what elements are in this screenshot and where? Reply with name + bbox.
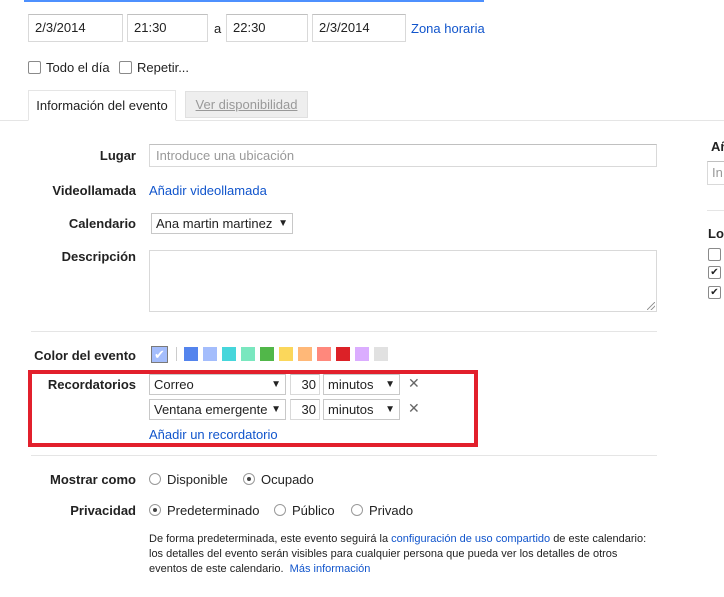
add-videocall-link[interactable]: Añadir videollamada	[149, 183, 267, 198]
color-swatch[interactable]	[184, 347, 198, 361]
privacy-default-radio[interactable]	[149, 504, 161, 516]
calendar-label: Calendario	[68, 216, 136, 231]
right-panel-heading: Lo	[708, 226, 724, 241]
sharing-settings-link[interactable]: configuración de uso compartido	[391, 533, 550, 545]
dropdown-arrow-icon: ▼	[278, 218, 288, 229]
color-swatch[interactable]	[222, 347, 236, 361]
color-swatch[interactable]	[336, 347, 350, 361]
show-as-busy-radio[interactable]	[243, 473, 255, 485]
color-swatch[interactable]	[241, 347, 255, 361]
start-time-input[interactable]: 21:30	[127, 14, 208, 42]
privacy-default-label: Predeterminado	[167, 503, 260, 518]
all-day-label: Todo el día	[46, 60, 110, 75]
time-range-separator: a	[214, 21, 222, 36]
calendar-select[interactable]: Ana martin martinez ▼	[151, 213, 293, 234]
repeat-label: Repetir...	[137, 60, 190, 75]
reminder-1-amount-input[interactable]: 30	[290, 374, 320, 395]
all-day-checkbox[interactable]	[28, 61, 41, 74]
section-divider	[707, 210, 724, 211]
privacy-note-text: los detalles del evento serán visibles p…	[149, 548, 618, 560]
color-swatch[interactable]	[355, 347, 369, 361]
show-as-available-label: Disponible	[167, 472, 228, 487]
repeat-checkbox[interactable]	[119, 61, 132, 74]
show-as-available-radio[interactable]	[149, 473, 161, 485]
privacy-note-text: de este calendario:	[553, 533, 647, 545]
color-separator	[176, 347, 177, 361]
reminder-2-unit-select[interactable]: minutos ▼	[323, 399, 400, 420]
show-as-busy-label: Ocupado	[261, 472, 314, 487]
privacy-public-label: Público	[292, 503, 335, 518]
privacy-note: De forma predeterminada, este evento seg…	[149, 532, 669, 577]
start-date-input[interactable]: 2/3/2014	[28, 14, 123, 42]
color-swatch[interactable]	[203, 347, 217, 361]
videocall-label: Videollamada	[52, 183, 136, 198]
privacy-label: Privacidad	[70, 503, 136, 518]
end-time-input[interactable]: 22:30	[226, 14, 308, 42]
location-label: Lugar	[99, 148, 136, 163]
add-reminder-link[interactable]: Añadir un recordatorio	[149, 427, 278, 442]
reminder-1-unit-select[interactable]: minutos ▼	[323, 374, 400, 395]
tab-availability[interactable]: Ver disponibilidad	[185, 91, 308, 118]
description-textarea[interactable]	[149, 250, 657, 312]
right-panel-checkbox[interactable]	[708, 248, 721, 261]
color-swatch[interactable]	[374, 347, 388, 361]
color-swatch[interactable]	[279, 347, 293, 361]
privacy-public-radio[interactable]	[274, 504, 286, 516]
privacy-private-radio[interactable]	[351, 504, 363, 516]
reminder-1-method-select[interactable]: Correo ▼	[149, 374, 286, 395]
privacy-note-text: De forma predeterminada, este evento seg…	[149, 533, 389, 545]
calendar-select-value: Ana martin martinez	[156, 216, 273, 231]
top-accent-line	[24, 0, 484, 2]
event-color-label: Color del evento	[34, 348, 136, 363]
remove-reminder-2-close-icon[interactable]: ✕	[408, 400, 420, 417]
color-swatch[interactable]	[298, 347, 312, 361]
section-divider	[31, 331, 657, 332]
dropdown-arrow-icon: ▼	[385, 404, 395, 415]
dropdown-arrow-icon: ▼	[385, 379, 395, 390]
remove-reminder-1-close-icon[interactable]: ✕	[408, 375, 420, 392]
location-input[interactable]: Introduce una ubicación	[149, 144, 657, 167]
reminder-2-unit-value: minutos	[328, 402, 374, 417]
show-as-label: Mostrar como	[50, 472, 136, 487]
reminder-1-method-value: Correo	[154, 377, 194, 392]
tab-event-info[interactable]: Información del evento	[28, 90, 176, 121]
reminder-2-amount-input[interactable]: 30	[290, 399, 320, 420]
reminder-2-method-select[interactable]: Ventana emergente ▼	[149, 399, 286, 420]
dropdown-arrow-icon: ▼	[271, 404, 281, 415]
right-panel-checkbox-checked-icon[interactable]: ✔	[708, 286, 721, 299]
reminders-label: Recordatorios	[47, 377, 136, 392]
resize-handle-icon[interactable]	[647, 302, 655, 310]
right-panel-input[interactable]: In	[707, 161, 724, 185]
reminder-1-unit-value: minutos	[328, 377, 374, 392]
privacy-private-label: Privado	[369, 503, 414, 518]
color-swatch[interactable]	[317, 347, 331, 361]
end-date-input[interactable]: 2/3/2014	[312, 14, 406, 42]
description-label: Descripción	[61, 249, 136, 264]
timezone-link[interactable]: Zona horaria	[411, 21, 485, 36]
right-panel-checkbox-checked-icon[interactable]: ✔	[708, 266, 721, 279]
privacy-note-text: eventos de este calendario.	[149, 563, 284, 575]
color-swatch[interactable]	[260, 347, 274, 361]
right-panel-heading: Añ	[711, 139, 724, 154]
dropdown-arrow-icon: ▼	[271, 379, 281, 390]
section-divider	[31, 455, 657, 456]
selected-color-checkmark-icon[interactable]: ✔	[151, 346, 168, 363]
reminder-2-method-value: Ventana emergente	[154, 402, 268, 417]
more-info-link[interactable]: Más información	[290, 563, 371, 575]
